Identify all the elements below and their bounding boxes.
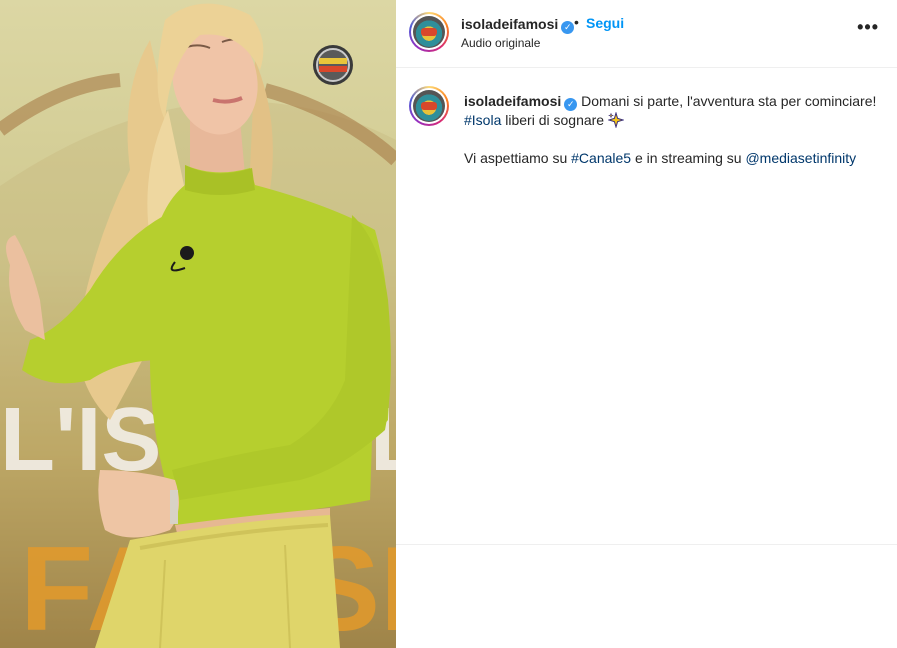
caption-text: isoladeifamosi ✓ Domani si parte, l'avven… <box>464 92 884 168</box>
post-media[interactable]: L'IS OLE FA SI <box>0 0 396 648</box>
header-username-row: isoladeifamosi ✓ <box>461 16 575 34</box>
verified-badge-icon: ✓ <box>561 21 575 34</box>
caption-avatar[interactable] <box>409 86 449 126</box>
mention-mediasetinfinity[interactable]: @mediasetinfinity <box>745 150 856 166</box>
post-side-panel: isoladeifamosi ✓ • Segui Audio originale … <box>396 0 897 648</box>
caption-paragraph-2: Vi aspettiamo su #Canale5 e in streaming… <box>464 149 884 168</box>
post-video-frame: L'IS OLE FA SI <box>0 3 396 648</box>
hashtag-canale5[interactable]: #Canale5 <box>571 150 631 166</box>
follow-button[interactable]: Segui <box>586 15 624 31</box>
post-header: isoladeifamosi ✓ • Segui Audio originale … <box>396 0 897 68</box>
profile-avatar[interactable] <box>409 12 449 52</box>
caption-line-3-prefix: Vi aspettiamo su <box>464 150 572 166</box>
sparkles-emoji-icon <box>607 112 624 128</box>
caption-line-3-mid: e in streaming su <box>631 150 746 166</box>
more-options-icon[interactable]: ••• <box>857 18 879 36</box>
caption-username[interactable]: isoladeifamosi <box>464 93 561 109</box>
hashtag-isola[interactable]: #Isola <box>464 112 501 128</box>
avatar-image <box>413 16 445 48</box>
caption-line-1: Domani si parte, l'avventura sta per com… <box>577 93 877 109</box>
caption-avatar-image <box>413 90 445 122</box>
show-logo-badge <box>313 45 353 85</box>
caption-line-2: liberi di sognare <box>501 112 608 128</box>
header-username[interactable]: isoladeifamosi <box>461 16 558 32</box>
audio-label[interactable]: Audio originale <box>461 36 540 50</box>
comments-divider <box>396 544 897 545</box>
caption-paragraph-1: isoladeifamosi ✓ Domani si parte, l'avven… <box>464 92 884 130</box>
caption-verified-badge-icon: ✓ <box>564 98 578 111</box>
header-separator: • <box>574 14 579 30</box>
